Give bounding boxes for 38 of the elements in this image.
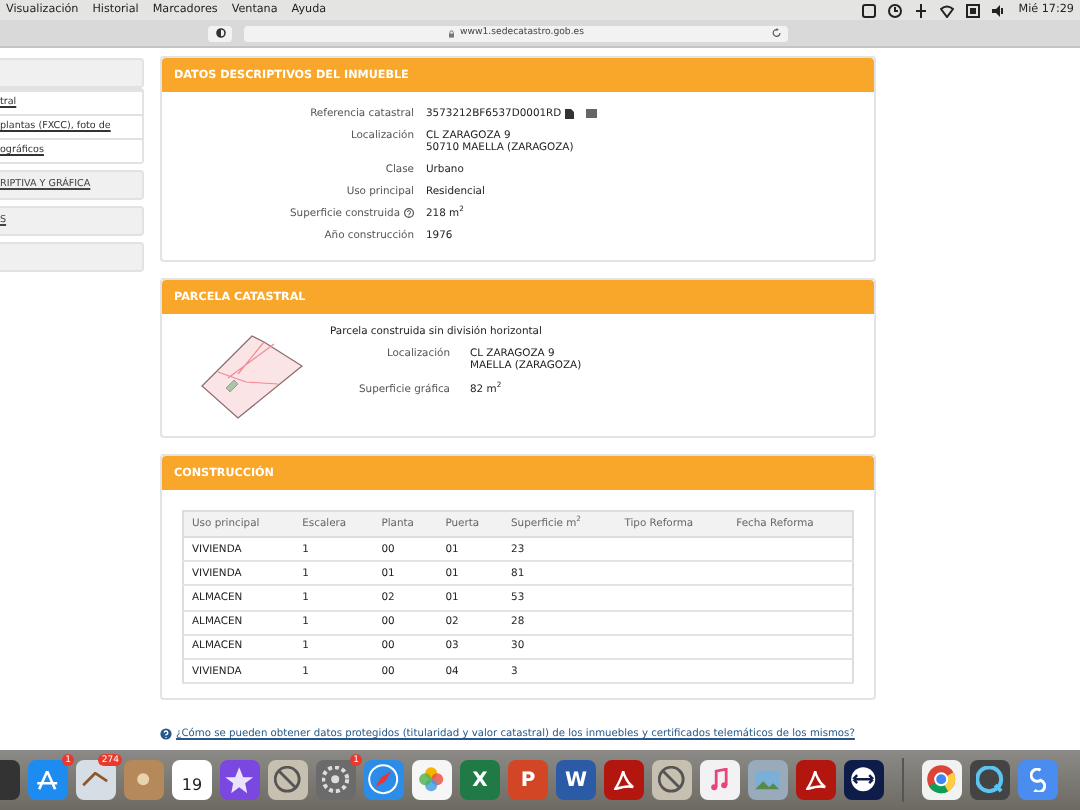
dock-app-icon[interactable]: X [460, 760, 500, 800]
app-glyph-text: W [564, 769, 588, 791]
help-icon [404, 208, 414, 218]
app-glyph-text: P [520, 769, 536, 791]
landscape-icon [754, 769, 782, 791]
letter-a-icon [36, 769, 60, 791]
lock-icon [447, 29, 456, 37]
music-note-icon [710, 768, 730, 792]
dock-app-icon[interactable]: W [556, 760, 596, 800]
chrome-logo-icon [926, 764, 958, 796]
dock-app-icon[interactable] [844, 760, 884, 800]
star-icon [224, 765, 256, 795]
shield-icon [215, 28, 225, 38]
map-icon [585, 108, 598, 120]
flower-icon [418, 766, 446, 794]
wifi-icon [940, 3, 955, 17]
pdf-icon [805, 769, 827, 791]
volume-icon [992, 3, 1007, 17]
display-icon [966, 3, 981, 17]
dock-app-icon[interactable]: P [508, 760, 548, 800]
letter-s-icon [1030, 767, 1046, 793]
shield-button[interactable] [208, 25, 232, 41]
prohibited-icon [274, 766, 302, 794]
dock-app-icon[interactable]: 19 [172, 760, 212, 800]
clock-icon [888, 3, 903, 17]
pdf-icon [613, 769, 635, 791]
reload-icon [772, 27, 782, 37]
status-icon [862, 3, 877, 17]
parcel-drawing [201, 335, 304, 419]
dock-app-icon[interactable] [604, 760, 644, 800]
copy-icon [563, 108, 574, 120]
gear-icon [322, 766, 350, 794]
help-icon [160, 728, 172, 741]
compass-icon [368, 764, 400, 796]
app-glyph-text: X [472, 769, 488, 791]
app-glyph-text: 19 [181, 775, 203, 793]
dock-app-icon[interactable] [796, 760, 836, 800]
prohibited-icon [658, 766, 686, 794]
